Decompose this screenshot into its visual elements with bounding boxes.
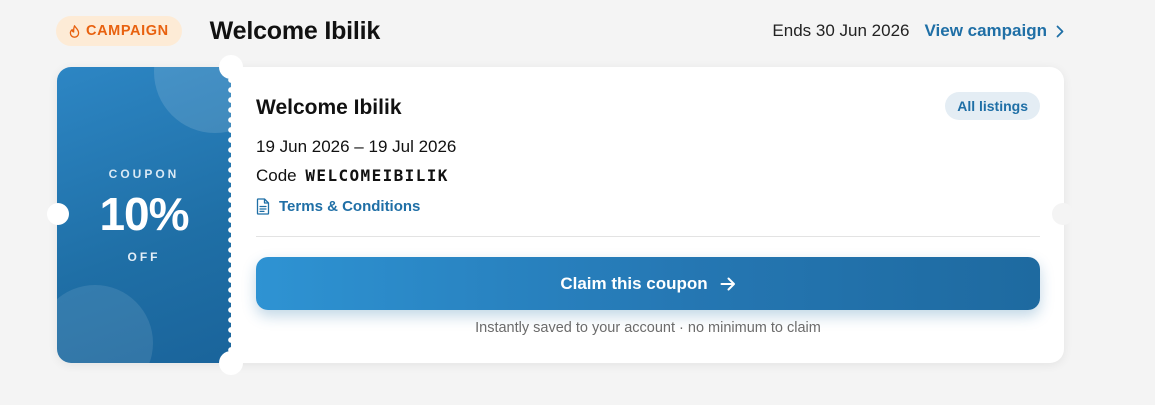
stub-decoration-circle: [57, 285, 153, 363]
coupon-code-label: Code: [256, 166, 297, 185]
coupon-stub: COUPON 10% OFF: [57, 67, 231, 363]
perforation-edge: [227, 75, 231, 363]
view-campaign-link[interactable]: View campaign: [924, 21, 1064, 41]
ticket-notch-right: [1052, 203, 1074, 225]
header-right: Ends 30 Jun 2026 View campaign: [772, 21, 1064, 41]
campaign-badge-label: CAMPAIGN: [86, 23, 169, 39]
coupon-details: Welcome Ibilik All listings 19 Jun 2026 …: [256, 67, 1040, 363]
coupon-code-row: Code WELCOMEIBILIK: [256, 166, 449, 186]
terms-conditions-label: Terms & Conditions: [279, 198, 421, 215]
stub-decoration-circle: [154, 67, 231, 133]
ticket-cut-bottom: [219, 351, 243, 375]
ticket-notch-left: [47, 203, 69, 225]
coupon-name: Welcome Ibilik: [256, 96, 402, 119]
coupon-card: COUPON 10% OFF Welcome Ibilik All listin…: [47, 55, 1074, 375]
coupon-discount-value: 10%: [99, 188, 189, 240]
claim-footnote: Instantly saved to your account · no min…: [475, 320, 821, 336]
campaign-header: CAMPAIGN Welcome Ibilik Ends 30 Jun 2026…: [56, 14, 1064, 48]
coupon-stub-label: COUPON: [108, 167, 180, 181]
coupon-validity-dates: 19 Jun 2026 – 19 Jul 2026: [256, 137, 457, 156]
claim-coupon-label: Claim this coupon: [560, 273, 708, 293]
arrow-right-icon: [720, 277, 735, 290]
divider: [256, 236, 1040, 237]
chevron-right-icon: [1056, 25, 1064, 37]
campaign-title: Welcome Ibilik: [209, 16, 381, 45]
claim-coupon-button[interactable]: Claim this coupon: [256, 257, 1040, 310]
campaign-end-date: Ends 30 Jun 2026: [772, 21, 910, 40]
campaign-badge: CAMPAIGN: [56, 16, 182, 46]
ticket-cut-top: [219, 55, 243, 79]
view-campaign-label: View campaign: [924, 21, 1047, 40]
coupon-stub-off-label: OFF: [127, 250, 161, 264]
coupon-code-value: WELCOMEIBILIK: [305, 166, 449, 185]
coupon-scope-badge: All listings: [945, 92, 1040, 120]
document-icon: [256, 198, 270, 215]
terms-conditions-link[interactable]: Terms & Conditions: [256, 198, 420, 215]
flame-icon: [69, 24, 80, 38]
